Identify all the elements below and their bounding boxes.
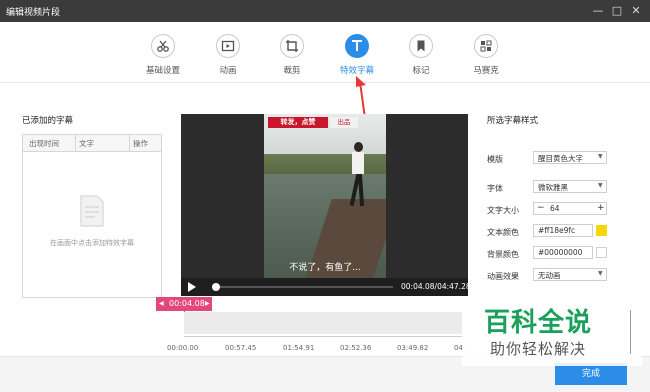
text-color-input[interactable]: #ff18e9fc xyxy=(533,224,593,237)
tool-basic-settings[interactable]: 基础设置 xyxy=(133,34,193,82)
scissors-icon xyxy=(151,34,175,58)
subtitle-style-title: 所选字幕样式 xyxy=(487,116,539,126)
template-label: 模版 xyxy=(487,155,503,164)
video-banner-sub: 出品 xyxy=(330,117,358,128)
table-header: 出现时间 文字 操作 xyxy=(23,135,161,152)
tool-mark[interactable]: 标记 xyxy=(391,34,451,82)
done-button[interactable]: 完成 xyxy=(555,363,627,385)
chevron-down-icon: ▼ xyxy=(598,182,603,189)
animation-effect-label: 动画效果 xyxy=(487,272,519,281)
tool-animation[interactable]: 动画 xyxy=(198,34,258,82)
progress-track[interactable] xyxy=(211,283,393,291)
column-header-text: 文字 xyxy=(79,139,94,148)
font-size-stepper[interactable]: − 64 + xyxy=(533,202,607,215)
mosaic-icon xyxy=(474,34,498,58)
watermark-subtitle: 助你轻松解决 xyxy=(490,340,587,358)
bg-color-label: 背景颜色 xyxy=(487,250,519,259)
maximize-icon[interactable]: □ xyxy=(609,3,625,19)
time-display: 00:04.08/04:47.28 xyxy=(401,282,471,291)
chevron-left-icon: ◀ xyxy=(159,300,164,307)
template-select[interactable]: 醒目黄色大字 ▼ xyxy=(533,151,607,164)
chevron-down-icon: ▼ xyxy=(598,153,603,160)
subtitle-table: 出现时间 文字 操作 在画面中点击添加特效字幕 xyxy=(22,134,162,298)
toolbar: 基础设置 动画 裁剪 特效字幕 标记 马赛克 xyxy=(0,22,650,83)
crop-icon xyxy=(280,34,304,58)
minus-icon[interactable]: − xyxy=(537,203,545,213)
tool-label: 标记 xyxy=(412,66,430,76)
text-color-swatch[interactable] xyxy=(596,225,607,236)
tool-label: 马赛克 xyxy=(473,66,499,76)
tool-label: 动画 xyxy=(219,66,237,76)
animation-effect-select[interactable]: 无动画 ▼ xyxy=(533,268,607,281)
text-icon xyxy=(345,34,369,58)
font-size-value: 64 xyxy=(550,204,560,213)
timeline-ruler xyxy=(184,336,462,337)
watermark: 百科全说 助你轻松解决 xyxy=(462,298,642,366)
watermark-divider xyxy=(630,310,631,354)
column-header-action: 操作 xyxy=(133,139,148,148)
watermark-title: 百科全说 xyxy=(484,308,593,338)
chevron-down-icon: ▼ xyxy=(598,270,603,277)
video-subtitle-text: 不说了，有鱼了... xyxy=(289,263,361,273)
timeline-tick-label: 03:49.82 xyxy=(397,344,429,352)
bg-color-swatch[interactable] xyxy=(596,247,607,258)
column-header-time: 出现时间 xyxy=(29,139,59,148)
timeline-track[interactable] xyxy=(184,312,462,334)
bg-color-input[interactable]: #00000000 xyxy=(533,246,593,259)
empty-document-icon xyxy=(80,195,104,227)
video-banner: 转发，点赞 xyxy=(268,117,328,128)
minimize-icon[interactable]: — xyxy=(590,3,606,19)
font-size-label: 文字大小 xyxy=(487,206,519,215)
timeline-tick-label: 02:52.36 xyxy=(340,344,372,352)
window-title: 编辑视频片段 xyxy=(6,8,61,18)
progress-handle[interactable] xyxy=(211,283,220,291)
play-icon[interactable] xyxy=(187,282,197,292)
timeline-time-marker[interactable]: ◀ 00:04.08 ▶ xyxy=(156,297,212,311)
plus-icon[interactable]: + xyxy=(597,203,605,213)
timeline-tick-label: 00:00.00 xyxy=(167,344,199,352)
video-frame[interactable]: 转发，点赞 出品 不说了，有鱼了... xyxy=(264,114,386,278)
font-label: 字体 xyxy=(487,184,503,193)
chevron-right-icon: ▶ xyxy=(205,300,210,307)
added-subtitles-title: 已添加的字幕 xyxy=(22,116,74,126)
close-icon[interactable]: ✕ xyxy=(628,3,644,19)
timeline-tick-label: 01:54.91 xyxy=(283,344,315,352)
tool-mosaic[interactable]: 马赛克 xyxy=(456,34,516,82)
player-controls: 00:04.08/04:47.28 xyxy=(181,278,471,296)
tool-label: 基础设置 xyxy=(145,66,180,76)
empty-hint-text: 在画面中点击添加特效字幕 xyxy=(50,239,134,247)
animation-icon xyxy=(216,34,240,58)
bookmark-icon xyxy=(409,34,433,58)
tool-crop[interactable]: 裁剪 xyxy=(262,34,322,82)
timeline-tick-label: 00:57.45 xyxy=(225,344,257,352)
title-bar: 编辑视频片段 — □ ✕ xyxy=(0,0,650,22)
tool-label: 裁剪 xyxy=(283,66,301,76)
person-figure xyxy=(348,142,368,217)
font-select[interactable]: 微软雅黑 ▼ xyxy=(533,180,607,193)
text-color-label: 文本颜色 xyxy=(487,228,519,237)
